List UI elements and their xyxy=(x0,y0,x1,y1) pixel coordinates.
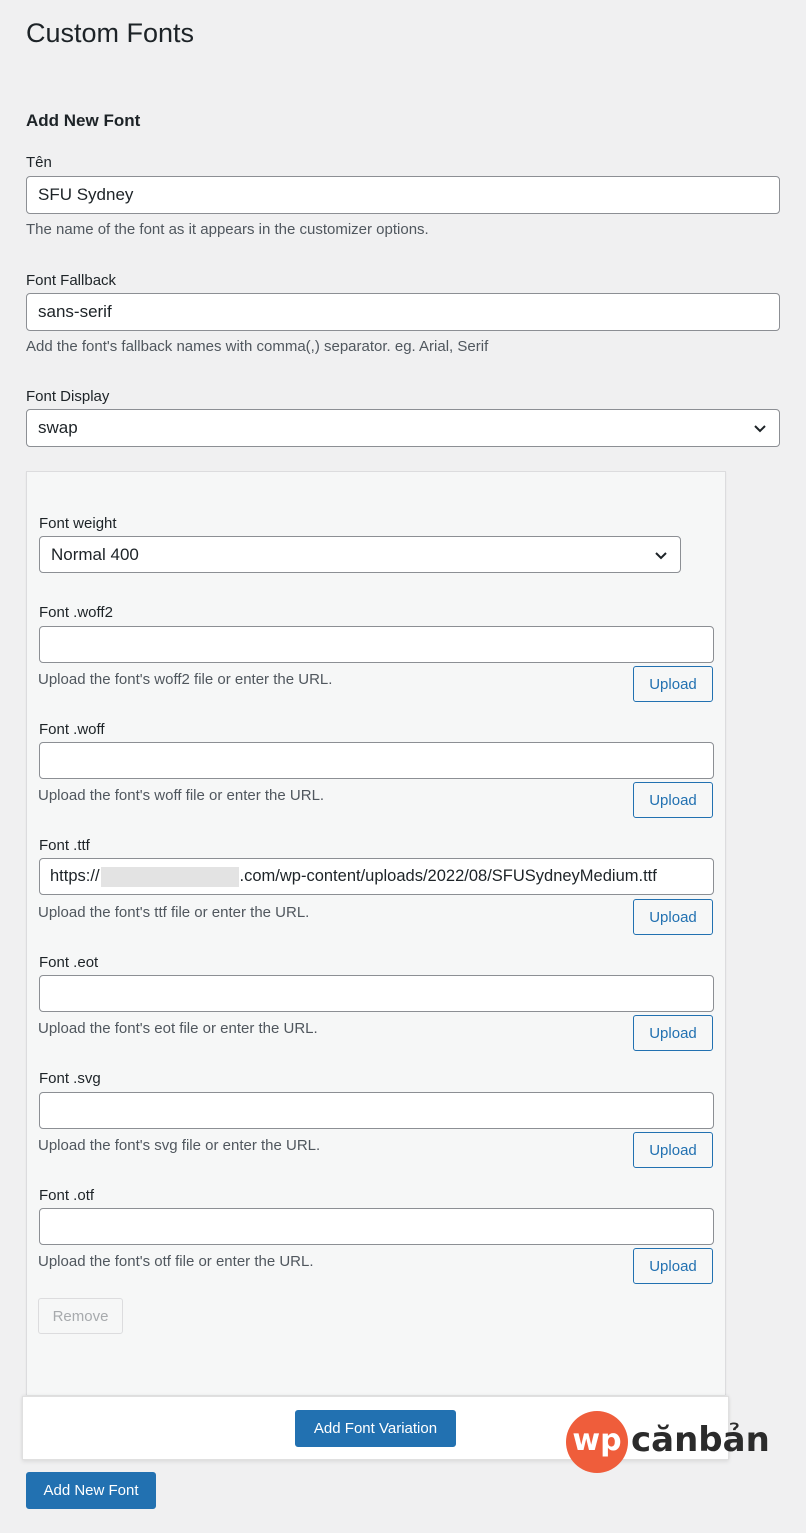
upload-woff-button[interactable]: Upload xyxy=(633,782,713,818)
font-weight-value: Normal 400 xyxy=(51,544,139,564)
font-ttf-description: Upload the font's ttf file or enter the … xyxy=(38,904,310,921)
section-heading: Add New Font xyxy=(26,111,141,130)
upload-woff2-button[interactable]: Upload xyxy=(633,666,713,702)
font-woff-label: Font .woff xyxy=(39,721,105,738)
font-woff-description: Upload the font's woff file or enter the… xyxy=(38,787,325,804)
font-name-input[interactable]: SFU Sydney xyxy=(26,176,780,214)
font-otf-input[interactable] xyxy=(39,1208,714,1245)
font-weight-label: Font weight xyxy=(39,515,117,532)
font-eot-label: Font .eot xyxy=(39,954,99,971)
page-title: Custom Fonts xyxy=(26,18,195,48)
chevron-down-icon xyxy=(754,425,766,433)
font-name-description: The name of the font as it appears in th… xyxy=(26,221,429,238)
font-fallback-input[interactable]: sans-serif xyxy=(26,293,780,331)
font-woff-input[interactable] xyxy=(39,742,714,779)
font-woff2-label: Font .woff2 xyxy=(39,604,113,621)
font-weight-select[interactable]: Normal 400 xyxy=(39,536,681,573)
font-fallback-description: Add the font's fallback names with comma… xyxy=(26,338,489,355)
font-ttf-label: Font .ttf xyxy=(39,837,90,854)
font-eot-description: Upload the font's eot file or enter the … xyxy=(38,1020,318,1037)
wpcanban-watermark: wp cănbản xyxy=(566,1410,770,1474)
font-otf-description: Upload the font's otf file or enter the … xyxy=(38,1253,314,1270)
font-name-label: Tên xyxy=(26,154,52,171)
font-ttf-url-suffix: .com/wp-content/uploads/2022/08/SFUSydne… xyxy=(239,867,657,885)
font-svg-description: Upload the font's svg file or enter the … xyxy=(38,1137,321,1154)
font-woff2-input[interactable] xyxy=(39,626,714,663)
remove-variation-button[interactable]: Remove xyxy=(38,1298,123,1334)
font-display-select[interactable]: swap xyxy=(26,409,780,447)
upload-ttf-button[interactable]: Upload xyxy=(633,899,713,935)
upload-eot-button[interactable]: Upload xyxy=(633,1015,713,1051)
redacted-domain xyxy=(100,866,239,887)
font-fallback-label: Font Fallback xyxy=(26,272,117,289)
font-display-label: Font Display xyxy=(26,388,110,405)
wp-logo-icon: wp xyxy=(566,1411,628,1473)
font-ttf-input[interactable]: https:// .com/wp-content/uploads/2022/08/… xyxy=(39,858,714,895)
font-woff2-description: Upload the font's woff2 file or enter th… xyxy=(38,671,333,688)
font-eot-input[interactable] xyxy=(39,975,714,1012)
font-svg-input[interactable] xyxy=(39,1092,714,1129)
chevron-down-icon xyxy=(655,551,667,559)
font-ttf-url-prefix: https:// xyxy=(50,867,100,885)
watermark-brand-text: cănbản xyxy=(631,1420,770,1460)
upload-svg-button[interactable]: Upload xyxy=(633,1132,713,1168)
add-font-variation-button[interactable]: Add Font Variation xyxy=(295,1410,456,1447)
upload-otf-button[interactable]: Upload xyxy=(633,1248,713,1284)
font-svg-label: Font .svg xyxy=(39,1070,101,1087)
font-display-value: swap xyxy=(38,418,78,437)
add-new-font-button[interactable]: Add New Font xyxy=(26,1472,156,1509)
font-otf-label: Font .otf xyxy=(39,1187,95,1204)
